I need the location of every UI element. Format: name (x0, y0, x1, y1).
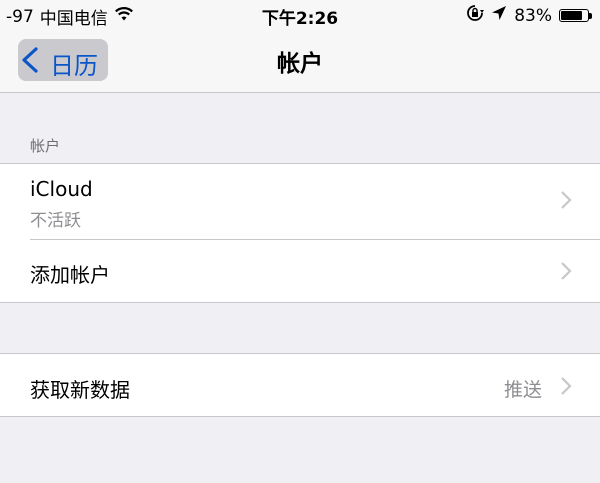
add-account-row[interactable]: 添加帐户 (0, 239, 600, 301)
navigation-bar: 日历 帐户 (0, 30, 600, 93)
accounts-group: iCloud 不活跃 添加帐户 (0, 163, 600, 303)
battery-percentage: 83% (514, 5, 552, 26)
battery-body (559, 9, 589, 22)
fetch-new-data-title: 获取新数据 (30, 378, 130, 402)
location-arrow-icon (491, 5, 507, 26)
battery-icon (559, 9, 592, 22)
status-right: 83% (466, 4, 592, 27)
icloud-title: iCloud (30, 177, 93, 201)
icloud-row[interactable]: iCloud 不活跃 (0, 164, 600, 239)
add-account-title: 添加帐户 (30, 263, 110, 287)
page-title: 帐户 (277, 51, 323, 77)
fetch-mode-value: 推送 (503, 379, 542, 401)
fetch-new-data-row[interactable]: 获取新数据 推送 (0, 354, 600, 416)
status-bar: -97 中国电信 下午2:26 83% (0, 0, 600, 30)
icloud-status: 不活跃 (30, 211, 81, 231)
rotation-lock-icon (466, 4, 485, 27)
chevron-right-icon (560, 376, 572, 400)
fetch-group: 获取新数据 推送 (0, 353, 600, 417)
chevron-right-icon (560, 190, 572, 214)
battery-fill (561, 11, 582, 20)
chevron-right-icon (560, 261, 572, 285)
section-header-accounts: 帐户 (30, 137, 61, 155)
battery-cap (589, 12, 592, 19)
